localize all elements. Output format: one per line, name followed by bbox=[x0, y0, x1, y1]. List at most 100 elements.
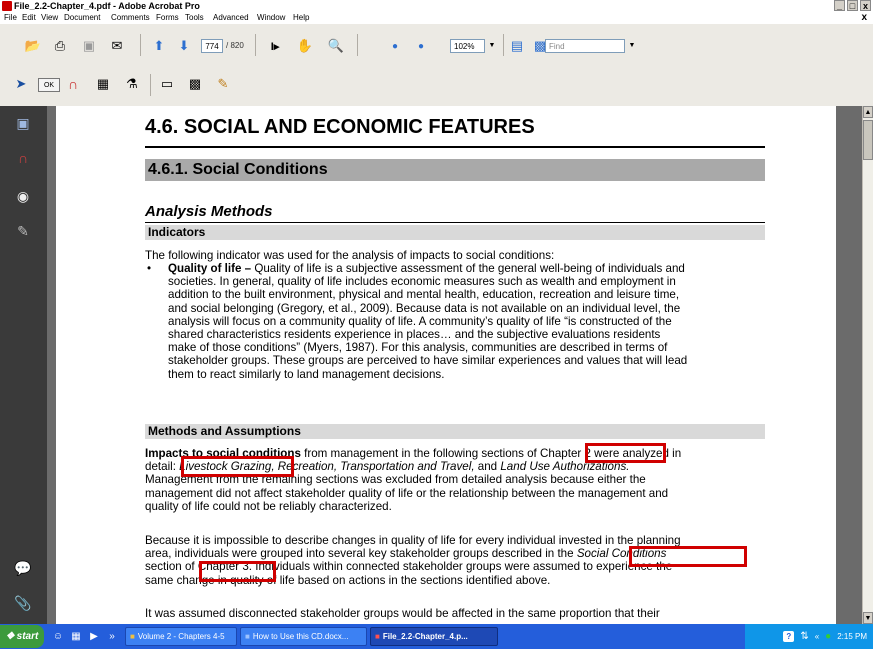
indicators-bar bbox=[145, 225, 765, 240]
navigation-pane: ▣ ∩ ◉ ✎ 💬 📎 bbox=[0, 106, 47, 624]
impacts-line: management did not affect stakeholder qu… bbox=[145, 486, 669, 500]
print-icon[interactable]: ⎙ bbox=[51, 38, 69, 54]
page-number-input[interactable]: 774 bbox=[201, 39, 223, 53]
crop-tool-icon[interactable]: ▦ bbox=[94, 76, 112, 92]
bullet-label: Quality of life – bbox=[168, 262, 252, 275]
chapter-3-highlight-box bbox=[199, 561, 276, 582]
network-tray-icon[interactable]: ⇅ bbox=[800, 631, 808, 642]
quicklaunch-overflow[interactable]: » bbox=[104, 629, 120, 645]
analysis-methods-heading: Analysis Methods bbox=[145, 203, 273, 220]
text-field-icon[interactable]: ▭ bbox=[158, 76, 176, 92]
start-button[interactable]: ❖ start bbox=[0, 625, 44, 648]
bullet-icon: • bbox=[147, 262, 152, 275]
impacts-text: from management in the following section… bbox=[304, 447, 537, 460]
title-rule bbox=[145, 146, 765, 148]
form-field-icon[interactable]: ▩ bbox=[186, 76, 204, 92]
menu-window[interactable]: Window bbox=[257, 13, 285, 23]
bullet-line: make of those conditions” (Myers, 1987).… bbox=[168, 341, 668, 355]
zoom-dropdown-icon[interactable]: ▼ bbox=[487, 39, 497, 53]
bullet-line: and social belonging (Gregory, et al., 2… bbox=[168, 301, 681, 315]
scroll-down-icon[interactable]: ▼ bbox=[863, 612, 873, 624]
find-input[interactable]: Find bbox=[545, 39, 625, 53]
acrobat-icon: ■ bbox=[375, 632, 380, 641]
signature-icon[interactable]: ∩ bbox=[64, 76, 82, 92]
link-tool-icon[interactable]: ⚗ bbox=[123, 76, 141, 92]
livestock-grazing-highlight-box bbox=[181, 456, 294, 477]
layers-panel-icon[interactable]: ◉ bbox=[14, 187, 32, 205]
impacts-line: quality of life could not be reliably ch… bbox=[145, 499, 392, 513]
taskbar-item-acrobat[interactable]: ■ File_2.2-Chapter_4.p... bbox=[370, 627, 498, 646]
chapter-2-highlight-box bbox=[585, 443, 666, 463]
menu-view[interactable]: View bbox=[41, 13, 58, 23]
minimize-button[interactable]: _ bbox=[834, 0, 845, 11]
word-icon: ■ bbox=[245, 632, 250, 641]
ok-button[interactable]: OK bbox=[38, 78, 60, 92]
bullet-line: shared characteristics residents experie… bbox=[168, 328, 661, 342]
assumption-line: It was assumed disconnected stakeholder … bbox=[145, 607, 660, 620]
show-desktop-icon[interactable]: ▦ bbox=[68, 629, 84, 645]
title-bar: File_2.2-Chapter_4.pdf - Adobe Acrobat P… bbox=[0, 0, 873, 12]
folder-icon: ■ bbox=[130, 632, 135, 641]
menu-comments[interactable]: Comments bbox=[111, 13, 150, 23]
bullet-line: societies. In general, quality of life i… bbox=[168, 275, 676, 289]
zoom-in-icon[interactable]: ● bbox=[412, 38, 430, 54]
subsection-title: 4.6.1. Social Conditions bbox=[148, 161, 328, 178]
chapter-2-link[interactable]: Chapter 2 bbox=[540, 447, 591, 460]
taskbar-item-label: Volume 2 - Chapters 4-5 bbox=[137, 632, 225, 641]
maximize-button[interactable]: □ bbox=[847, 0, 858, 11]
paperclip-icon[interactable]: 📎 bbox=[14, 594, 32, 612]
zoom-out-icon[interactable]: ● bbox=[386, 38, 404, 54]
attachments-panel-icon[interactable]: ✎ bbox=[14, 222, 32, 240]
vertical-scrollbar[interactable]: ▲ ▼ bbox=[862, 106, 873, 624]
impacts-text: and bbox=[477, 460, 498, 474]
open-icon[interactable]: 📂 bbox=[24, 38, 42, 54]
zoom-input[interactable]: 102% bbox=[450, 39, 485, 53]
next-page-icon[interactable]: ⬇ bbox=[175, 38, 193, 54]
help-tray-icon[interactable]: ? bbox=[783, 631, 795, 642]
tray-collapse-button[interactable]: « bbox=[815, 632, 819, 641]
page-total: / 820 bbox=[226, 41, 244, 50]
select-tool-icon[interactable]: I▸ bbox=[266, 38, 284, 54]
sections-list: Recreation, Transportation and Travel, bbox=[277, 460, 475, 474]
menu-help[interactable]: Help bbox=[293, 13, 309, 23]
menu-advanced[interactable]: Advanced bbox=[213, 13, 249, 23]
scroll-thumb[interactable] bbox=[863, 120, 873, 160]
windows-logo-icon: ❖ bbox=[5, 631, 15, 642]
taskbar-item-label: How to Use this CD.docx... bbox=[252, 632, 349, 641]
select-arrow-icon[interactable]: ➤ bbox=[12, 76, 30, 92]
menu-tools[interactable]: Tools bbox=[185, 13, 204, 23]
main-toolbar: 📂 ⎙ ▣ ✉ ⬆ ⬇ 774 / 820 I▸ ✋ 🔍 ● ● 102% ▼ … bbox=[0, 24, 873, 67]
pages-panel-icon[interactable]: ▣ bbox=[14, 114, 32, 132]
media-quicklaunch-icon[interactable]: ▶ bbox=[86, 629, 102, 645]
signatures-panel-icon[interactable]: ∩ bbox=[14, 149, 32, 167]
close-button[interactable]: x bbox=[860, 0, 871, 11]
single-page-icon[interactable]: ▤ bbox=[508, 38, 526, 54]
indicators-heading: Indicators bbox=[148, 225, 206, 239]
impacts-text: detail: bbox=[145, 460, 176, 474]
document-close-button[interactable]: x bbox=[861, 12, 867, 23]
edit-form-icon[interactable]: ✎ bbox=[214, 76, 232, 92]
taskbar-item-how-to-use[interactable]: ■ How to Use this CD.docx... bbox=[240, 627, 367, 646]
find-dropdown-icon[interactable]: ▼ bbox=[627, 39, 637, 53]
comments-panel-icon[interactable]: 💬 bbox=[14, 559, 32, 577]
bullet-line: stakeholder groups. These groups are per… bbox=[168, 354, 688, 368]
bullet-line: Quality of life is a subjective assessme… bbox=[254, 262, 685, 275]
document-viewport[interactable]: 4.6. SOCIAL AND ECONOMIC FEATURES 4.6.1.… bbox=[47, 106, 862, 624]
taskbar-item-volume-2[interactable]: ■ Volume 2 - Chapters 4-5 bbox=[125, 627, 237, 646]
bullet-line: them to react similarly to land manageme… bbox=[168, 367, 445, 381]
window-title: File_2.2-Chapter_4.pdf - Adobe Acrobat P… bbox=[14, 1, 200, 11]
ie-quicklaunch-icon[interactable]: ☺ bbox=[50, 629, 66, 645]
menu-edit[interactable]: Edit bbox=[22, 13, 36, 23]
security-tray-icon[interactable]: ● bbox=[825, 631, 831, 642]
menu-forms[interactable]: Forms bbox=[156, 13, 179, 23]
scroll-up-icon[interactable]: ▲ bbox=[863, 106, 873, 118]
previous-page-icon[interactable]: ⬆ bbox=[150, 38, 168, 54]
save-icon[interactable]: ▣ bbox=[80, 38, 98, 54]
zoom-tool-icon[interactable]: 🔍 bbox=[327, 38, 345, 54]
menu-document[interactable]: Document bbox=[64, 13, 100, 23]
email-icon[interactable]: ✉ bbox=[108, 38, 126, 54]
methods-heading: Methods and Assumptions bbox=[148, 424, 301, 438]
menu-file[interactable]: File bbox=[4, 13, 17, 23]
analysis-methods-rule bbox=[145, 222, 765, 223]
hand-tool-icon[interactable]: ✋ bbox=[296, 38, 314, 54]
